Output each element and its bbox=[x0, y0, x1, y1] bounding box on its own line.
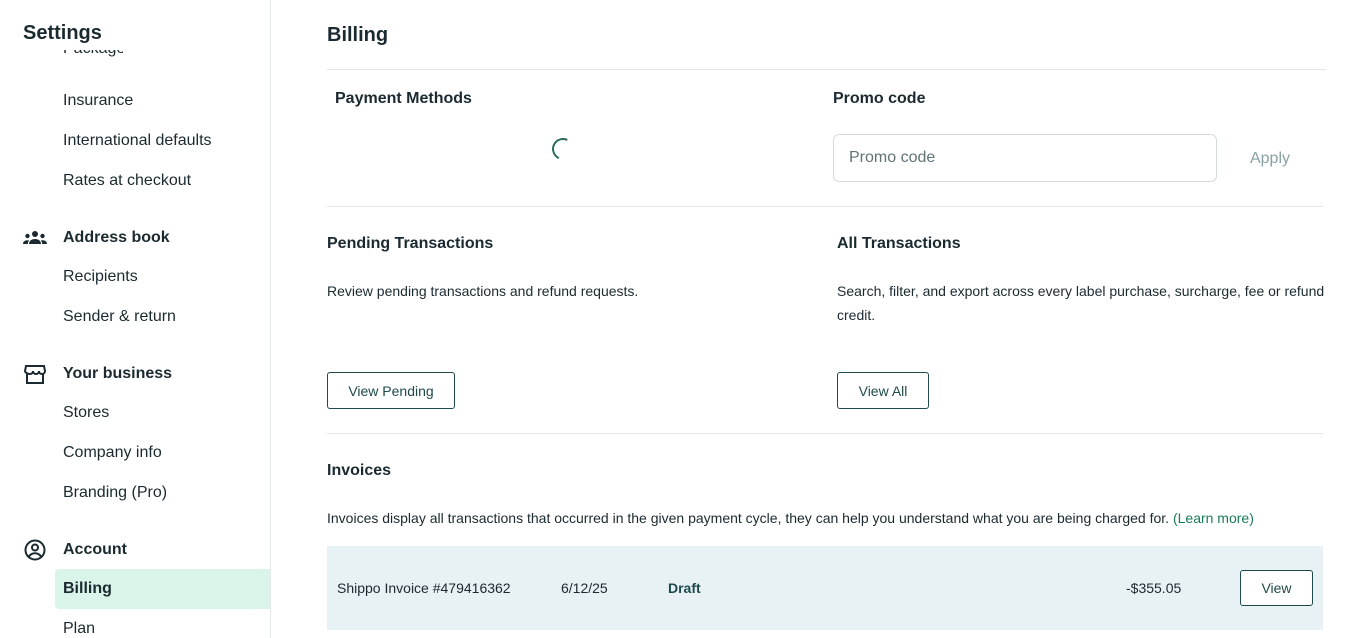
view-pending-button[interactable]: View Pending bbox=[327, 372, 455, 409]
divider bbox=[327, 69, 1326, 70]
promo-code-title: Promo code bbox=[833, 90, 926, 107]
store-icon bbox=[23, 362, 47, 386]
sidebar-item-plan[interactable]: Plan bbox=[63, 620, 95, 638]
sidebar-group-address-book: Address book bbox=[23, 226, 170, 250]
sidebar-item-sender-return[interactable]: Sender & return bbox=[63, 308, 176, 326]
sidebar-group-your-business: Your business bbox=[23, 362, 172, 386]
apply-promo-button[interactable]: Apply bbox=[1240, 146, 1300, 172]
status-badge: Draft bbox=[668, 580, 701, 596]
promo-code-input[interactable] bbox=[833, 134, 1217, 182]
all-transactions-title: All Transactions bbox=[837, 235, 961, 252]
invoices-description-text: Invoices display all transactions that o… bbox=[327, 510, 1170, 526]
sidebar-item-rates-at-checkout[interactable]: Rates at checkout bbox=[63, 172, 191, 190]
pending-transactions-description: Review pending transactions and refund r… bbox=[327, 283, 639, 299]
payment-methods-title: Payment Methods bbox=[335, 90, 472, 107]
loading-spinner-icon bbox=[548, 134, 578, 164]
learn-more-link[interactable]: (Learn more) bbox=[1173, 510, 1254, 526]
sidebar-item-partial[interactable]: Packages bbox=[63, 50, 123, 70]
sidebar-item-international-defaults[interactable]: International defaults bbox=[63, 132, 212, 150]
divider bbox=[327, 206, 1323, 207]
invoice-name: Shippo Invoice #479416362 bbox=[337, 580, 511, 596]
invoice-date: 6/12/25 bbox=[561, 580, 608, 596]
sidebar-group-account: Account bbox=[23, 538, 127, 562]
pending-transactions-title: Pending Transactions bbox=[327, 235, 494, 252]
sidebar-item-label: Billing bbox=[63, 580, 112, 597]
sidebar-item-branding[interactable]: Branding (Pro) bbox=[63, 484, 167, 502]
sidebar-item-insurance[interactable]: Insurance bbox=[63, 92, 133, 110]
table-row: Shippo Invoice #479416362 6/12/25 Draft … bbox=[327, 546, 1323, 630]
sidebar-item-company-info[interactable]: Company info bbox=[63, 444, 162, 462]
sidebar-title: Settings bbox=[23, 22, 102, 44]
sidebar-group-label: Your business bbox=[63, 365, 173, 382]
invoices-title: Invoices bbox=[327, 462, 392, 479]
page-title: Billing bbox=[327, 24, 389, 46]
sidebar-item-recipients[interactable]: Recipients bbox=[63, 268, 138, 286]
sidebar-item-stores[interactable]: Stores bbox=[63, 404, 109, 422]
view-invoice-button[interactable]: View bbox=[1240, 570, 1313, 606]
sidebar-item-billing[interactable]: Billing bbox=[55, 569, 270, 609]
sidebar-group-label: Address book bbox=[63, 229, 170, 246]
sidebar-group-label: Account bbox=[63, 541, 127, 558]
account-circle-icon bbox=[23, 538, 47, 562]
invoice-amount: -$355.05 bbox=[1126, 580, 1182, 596]
settings-sidebar: Settings Packages Insurance Internationa… bbox=[0, 0, 271, 638]
people-icon bbox=[23, 226, 47, 250]
divider bbox=[327, 433, 1323, 434]
invoices-description: Invoices display all transactions that o… bbox=[327, 506, 1323, 530]
all-transactions-description: Search, filter, and export across every … bbox=[837, 283, 1325, 323]
view-all-button[interactable]: View All bbox=[837, 372, 929, 409]
